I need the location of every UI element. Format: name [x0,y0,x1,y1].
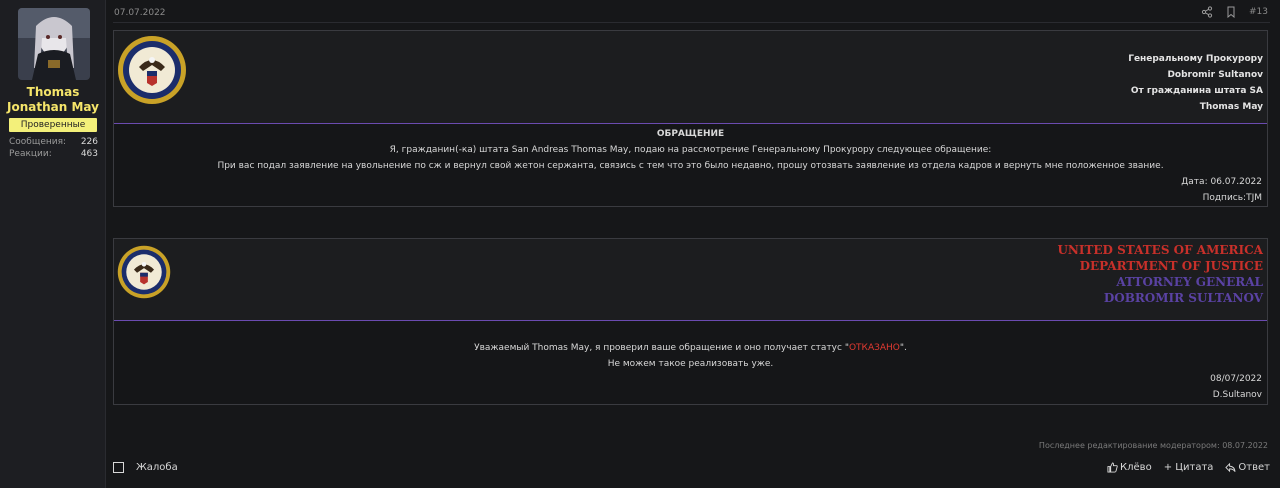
response-header: UNITED STATES OF AMERICA DEPARTMENT OF J… [114,239,1267,321]
response-letterhead: UNITED STATES OF AMERICA DEPARTMENT OF J… [1057,242,1263,306]
post-divider [113,22,1270,23]
addressee-line-3: От гражданина штата SA [1130,86,1263,96]
response-date: 08/07/2022 [1210,374,1262,384]
doj-seal [117,35,187,109]
checkbox-icon[interactable] [113,462,124,473]
letterhead-line-1: UNITED STATES OF AMERICA [1057,243,1263,257]
reply-icon [1225,462,1236,473]
appeal-box: Генеральному Прокурору Dobromir Sultanov… [113,30,1268,207]
share-icon[interactable] [1201,6,1213,18]
messages-stat: Сообщения: 226 [9,137,98,147]
addressee-line-4: Thomas May [1199,102,1263,112]
reactions-value: 463 [80,149,98,159]
post-actions: Клёво + Цитата Ответ [1107,462,1270,473]
bookmark-icon[interactable] [1225,6,1237,19]
addressee-line-2: Dobromir Sultanov [1167,70,1263,80]
appeal-body: ОБРАЩЕНИЕ Я, гражданин(-ка) штата San An… [114,124,1267,206]
appeal-line-2: При вас подал заявление на увольнение по… [217,161,1164,171]
response-body: Уважаемый Thomas May, я проверил ваше об… [114,321,1267,405]
username[interactable]: Thomas Jonathan May [4,85,102,115]
response-line-1-prefix: Уважаемый Thomas May, я проверил ваше об… [474,343,849,353]
appeal-title: ОБРАЩЕНИЕ [656,129,725,139]
appeal-line-1: Я, гражданин(-ка) штата San Andreas Thom… [389,145,992,155]
report-link[interactable]: Жалоба [136,462,178,473]
response-box: UNITED STATES OF AMERICA DEPARTMENT OF J… [113,238,1268,405]
user-role-badge: Проверенные [9,118,97,132]
appeal-date: Дата: 06.07.2022 [1181,177,1262,187]
appeal-header: Генеральному Прокурору Dobromir Sultanov… [114,31,1267,124]
reply-label: Ответ [1238,462,1270,473]
report-control[interactable]: Жалоба [113,462,178,473]
addressee-line-1: Генеральному Прокурору [1128,54,1263,64]
reply-button[interactable]: Ответ [1225,462,1270,473]
avatar[interactable] [18,8,90,80]
letterhead-line-3: ATTORNEY GENERAL [1116,275,1263,289]
reactions-label: Реакции: [9,149,52,159]
response-signature: D.Sultanov [1212,390,1262,400]
messages-label: Сообщения: [9,137,67,147]
response-line-1: Уважаемый Thomas May, я проверил ваше об… [114,343,1267,353]
quote-label: + Цитата [1163,462,1214,473]
doj-seal [117,245,171,303]
post-date[interactable]: 07.07.2022 [114,8,166,18]
quote-button[interactable]: + Цитата [1164,462,1214,473]
appeal-addressee: Генеральному Прокурору Dobromir Sultanov… [1128,51,1263,115]
post-tools: #13 [1201,6,1268,19]
post-footer: Жалоба Клёво + Цитата Ответ [113,462,1270,478]
like-button[interactable]: Клёво [1107,462,1152,473]
reactions-stat: Реакции: 463 [9,149,98,159]
edited-note: Последнее редактирование модератором: 08… [1038,441,1268,450]
response-line-2: Не можем такое реализовать уже. [607,359,774,369]
messages-value: 226 [80,137,98,147]
appeal-signature: Подпись:TJM [1202,193,1262,203]
like-icon [1107,462,1118,473]
letterhead-line-2: DEPARTMENT OF JUSTICE [1079,259,1263,273]
post-number[interactable]: #13 [1249,7,1268,17]
letterhead-line-4: DOBROMIR SULTANOV [1103,291,1263,305]
user-sidebar: Thomas Jonathan May Проверенные Сообщени… [0,0,106,488]
status-denied: ОТКАЗАНО [848,343,900,353]
response-line-1-suffix: ". [899,343,907,353]
like-label: Клёво [1120,462,1152,473]
